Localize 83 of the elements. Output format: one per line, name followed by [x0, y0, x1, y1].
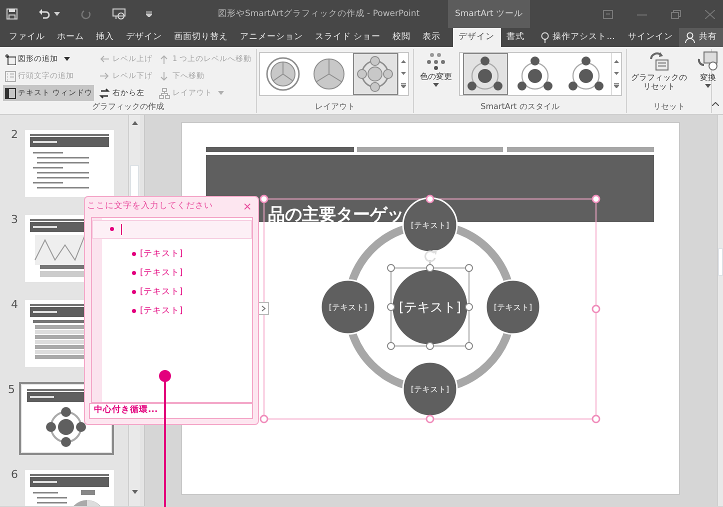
save-icon[interactable] [6, 8, 18, 20]
node-label: [テキスト] [410, 384, 450, 394]
convert-button[interactable]: 変換 [695, 51, 721, 92]
ribbon-tab[interactable]: デザイン [120, 28, 168, 47]
node-label: [テキスト] [410, 220, 450, 230]
diagram-node[interactable] [402, 197, 458, 253]
add-shape-icon [5, 54, 16, 64]
rotate-handle-icon[interactable] [424, 250, 437, 262]
group-label: レイアウト [314, 102, 356, 112]
window-title: 図形やSmartArtグラフィックの作成 - PowerPoint [218, 8, 421, 20]
lightbulb-icon [540, 32, 549, 43]
resize-handle[interactable] [426, 194, 434, 204]
ribbon-tab[interactable]: ホーム [51, 28, 90, 47]
expand-pane-button[interactable] [258, 302, 269, 315]
presentation-icon[interactable] [112, 8, 126, 20]
resize-handle[interactable] [426, 414, 434, 424]
resize-handle[interactable] [260, 194, 268, 204]
node-label: [テキスト] [494, 302, 532, 312]
dots-icon [426, 52, 446, 70]
outline-text[interactable]: [テキスト] [140, 304, 183, 318]
ribbon-tab[interactable]: アニメーション [234, 28, 309, 47]
reset-icon [648, 51, 670, 71]
pane-title: ここに文字を入力してください [87, 200, 213, 213]
ribbon-tab[interactable]: ファイル [3, 28, 51, 47]
node-label: [テキスト] [328, 302, 368, 312]
org-chart-icon [159, 88, 170, 98]
tell-me-field[interactable]: 操作アシスト... [534, 28, 621, 47]
ribbon-tab[interactable]: 画面切り替え [168, 28, 234, 47]
group-label: グラフィックの作成 [91, 102, 165, 112]
list-icon [5, 70, 16, 82]
slide-number: 6 [10, 467, 19, 483]
left-arrow-icon [99, 54, 110, 64]
more-button[interactable] [401, 81, 406, 91]
cycle-diagram-icon [515, 55, 556, 93]
slide-number: 4 [10, 297, 19, 313]
layout-option[interactable] [352, 53, 398, 95]
sign-in-link[interactable]: サインイン [622, 28, 679, 47]
swap-arrows-icon [99, 88, 110, 98]
more-button[interactable] [614, 81, 619, 91]
person-icon [685, 32, 695, 43]
panel-icon [5, 88, 16, 98]
bullet-icon [110, 227, 114, 232]
customize-icon[interactable] [146, 11, 152, 17]
ribbon-tab[interactable]: 校閲 [386, 28, 417, 47]
ribbon-tab[interactable]: デザイン [452, 28, 501, 47]
resize-handle[interactable] [592, 304, 600, 314]
node-label: [テキスト] [398, 300, 462, 316]
resize-handle[interactable] [592, 194, 600, 204]
outline-text[interactable]: [テキスト] [140, 286, 183, 299]
outline-text[interactable]: [テキスト] [140, 248, 183, 261]
caret-icon [54, 12, 60, 16]
resize-handle[interactable] [260, 414, 268, 424]
scroll-thumb[interactable] [718, 248, 723, 276]
cycle-diagram-icon [465, 55, 506, 93]
cycle-diagram-icon [566, 55, 606, 93]
group-label: リセット [652, 102, 686, 112]
cycle-diagram-icon [355, 55, 395, 93]
ribbon-tab[interactable]: 表示 [416, 28, 447, 47]
style-option[interactable] [462, 53, 508, 95]
ribbon-tab[interactable]: スライド ショー [309, 28, 387, 47]
outline-text[interactable]: [テキスト] [140, 266, 183, 280]
slide-thumbnail[interactable] [22, 127, 117, 200]
slide-title: 品の主要ターゲッ [268, 205, 404, 225]
resize-handle[interactable] [592, 414, 600, 424]
diagram-node[interactable] [485, 279, 541, 335]
slide-number: 2 [10, 127, 19, 143]
undo-icon[interactable] [38, 8, 50, 20]
slide-number: 3 [10, 212, 19, 228]
ribbon-tab[interactable]: 書式 [500, 28, 531, 47]
ribbon-tab[interactable]: 挿入 [90, 28, 120, 47]
diagram-node[interactable] [320, 279, 376, 335]
layout-name-link[interactable]: 中心付き循環... [89, 402, 253, 419]
text-cursor [121, 224, 122, 235]
diagram-node[interactable] [402, 361, 458, 417]
diagram-node[interactable] [391, 268, 469, 346]
group-label: SmartArt のスタイル [480, 102, 560, 112]
share-button[interactable]: 共有 [679, 28, 723, 47]
right-arrow-icon [99, 70, 110, 82]
slide-number: 5 [7, 382, 16, 398]
context-tab-label: SmartArt ツール [448, 0, 530, 28]
down-arrow-icon [159, 70, 170, 82]
reset-graphic-button[interactable]: グラフィックの リセット [629, 51, 689, 92]
color-change-button[interactable]: 色の変更 [416, 52, 456, 96]
